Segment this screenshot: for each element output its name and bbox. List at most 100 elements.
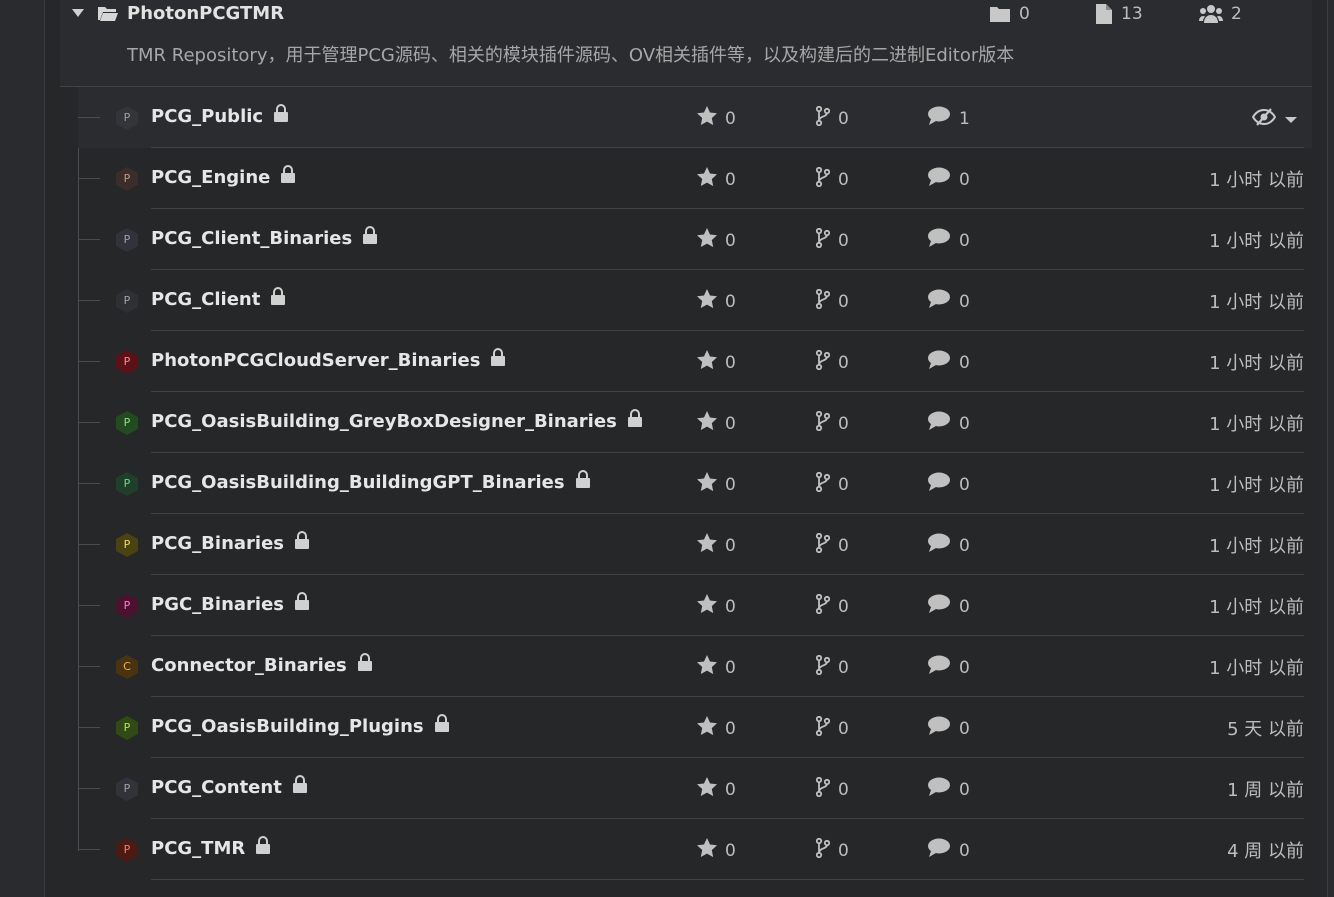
star-count: 0 (697, 594, 736, 619)
repo-row[interactable]: P PCG_TMR 0 0 0 4 周 以前 (78, 819, 1312, 880)
lock-icon (627, 409, 643, 434)
repo-name[interactable]: PCG_Binaries (151, 532, 284, 556)
repo-row[interactable]: P PCG_Binaries 0 0 0 1 小时 以前 (78, 514, 1312, 575)
repo-row[interactable]: P PCG_OasisBuilding_GreyBoxDesigner_Binar… (78, 392, 1312, 453)
repo-avatar: P (114, 776, 140, 802)
repo-name[interactable]: PhotonPCGCloudServer_Binaries (151, 349, 480, 373)
star-count-value: 0 (725, 718, 736, 739)
repo-name-link[interactable]: PCG_OasisBuilding_Plugins (151, 714, 450, 739)
repo-name[interactable]: PCG_OasisBuilding_BuildingGPT_Binaries (151, 471, 565, 495)
updated-time: 1 小时 以前 (1209, 475, 1304, 496)
repo-row[interactable]: P PhotonPCGCloudServer_Binaries 0 0 0 1 小时 以前 (78, 331, 1312, 392)
comment-icon (927, 411, 951, 437)
lock-icon (294, 531, 310, 556)
lock-icon (280, 165, 296, 190)
star-count: 0 (697, 472, 736, 497)
star-count-value: 0 (725, 352, 736, 373)
repo-name-link[interactable]: PGC_Binaries (151, 592, 310, 617)
fork-count: 0 (815, 227, 849, 254)
repo-row[interactable]: P PCG_Client 0 0 0 1 小时 以前 (78, 270, 1312, 331)
caret-down-icon[interactable] (72, 9, 84, 17)
chevron-down-icon[interactable] (1284, 110, 1298, 129)
comment-count: 0 (927, 289, 970, 315)
repo-row[interactable]: P PCG_Engine 0 0 0 1 小时 以前 (78, 148, 1312, 209)
fork-count: 0 (815, 410, 849, 437)
comment-count: 0 (927, 350, 970, 376)
repo-name-link[interactable]: PCG_OasisBuilding_BuildingGPT_Binaries (151, 470, 591, 495)
repo-name[interactable]: PCG_Engine (151, 166, 270, 190)
comment-icon (927, 838, 951, 864)
group-description: TMR Repository，用于管理PCG源码、相关的模块插件源码、OV相关插… (127, 45, 1015, 66)
star-count: 0 (697, 777, 736, 802)
comment-count: 0 (927, 838, 970, 864)
repo-name-link[interactable]: PCG_TMR (151, 836, 271, 861)
star-icon (697, 228, 717, 253)
repo-name-link[interactable]: Connector_Binaries (151, 653, 373, 678)
fork-icon (815, 227, 831, 254)
repo-name-link[interactable]: PhotonPCGCloudServer_Binaries (151, 348, 506, 373)
lock-icon (490, 348, 506, 373)
repo-name-link[interactable]: PCG_Client_Binaries (151, 226, 378, 251)
comment-icon (927, 716, 951, 742)
repo-avatar-initial: C (123, 660, 131, 673)
repo-avatar: P (114, 471, 140, 497)
lock-icon (294, 592, 310, 617)
fork-count-value: 0 (838, 658, 849, 678)
repo-name[interactable]: PGC_Binaries (151, 593, 284, 617)
tree-branch (78, 788, 100, 789)
fork-count: 0 (815, 288, 849, 315)
star-count: 0 (697, 838, 736, 863)
repo-row[interactable]: C Connector_Binaries 0 0 0 1 小时 以前 (78, 636, 1312, 697)
updated-time: 1 小时 以前 (1209, 292, 1304, 313)
repo-name[interactable]: PCG_Client (151, 288, 260, 312)
fork-icon (815, 837, 831, 864)
repo-avatar-initial: P (123, 477, 131, 490)
repo-name-link[interactable]: PCG_Public (151, 104, 289, 129)
repo-name[interactable]: PCG_OasisBuilding_Plugins (151, 715, 424, 739)
file-icon (1096, 4, 1112, 24)
updated-time: 1 小时 以前 (1209, 536, 1304, 557)
tree-branch (78, 483, 100, 484)
repo-name-link[interactable]: PCG_Engine (151, 165, 296, 190)
fork-count-value: 0 (838, 109, 849, 129)
repo-name-link[interactable]: PCG_OasisBuilding_GreyBoxDesigner_Binari… (151, 409, 643, 434)
star-count: 0 (697, 533, 736, 558)
comment-count: 0 (927, 228, 970, 254)
tree-branch (78, 178, 100, 179)
updated-time: 1 小时 以前 (1209, 170, 1304, 191)
member-count-stat: 2 (1199, 3, 1242, 25)
repo-avatar-initial: P (123, 233, 131, 246)
scrollbar-track[interactable] (1327, 0, 1334, 897)
repo-row[interactable]: P PCG_Public 0 0 1 (78, 87, 1312, 148)
repo-name-link[interactable]: PCG_Client (151, 287, 286, 312)
repo-avatar-initial: P (123, 355, 131, 368)
group-title[interactable]: PhotonPCGTMR (127, 2, 284, 26)
repo-name[interactable]: PCG_Client_Binaries (151, 227, 352, 251)
comment-count: 0 (927, 594, 970, 620)
lock-icon (255, 836, 271, 861)
repo-name[interactable]: PCG_OasisBuilding_GreyBoxDesigner_Binari… (151, 410, 617, 434)
repo-name[interactable]: PCG_Public (151, 105, 263, 129)
updated-time: 1 小时 以前 (1209, 597, 1304, 618)
repo-row[interactable]: P PCG_OasisBuilding_Plugins 0 0 0 5 天 以前 (78, 697, 1312, 758)
eye-slash-icon[interactable] (1251, 107, 1277, 131)
repo-name-link[interactable]: PCG_Binaries (151, 531, 310, 556)
repo-row[interactable]: P PCG_OasisBuilding_BuildingGPT_Binaries 0… (78, 453, 1312, 514)
repo-name[interactable]: PCG_TMR (151, 837, 245, 861)
repo-row[interactable]: P PGC_Binaries 0 0 0 1 小时 以前 (78, 575, 1312, 636)
fork-count: 0 (815, 166, 849, 193)
comment-count-value: 0 (959, 414, 970, 434)
fork-icon (815, 654, 831, 681)
repo-name-link[interactable]: PCG_Content (151, 775, 308, 800)
star-count-value: 0 (725, 413, 736, 434)
fork-count-value: 0 (838, 536, 849, 556)
repo-avatar: P (114, 593, 140, 619)
repo-name[interactable]: PCG_Content (151, 776, 282, 800)
repo-avatar-initial: P (123, 721, 131, 734)
repo-avatar: P (114, 227, 140, 253)
star-icon (697, 655, 717, 680)
repo-row[interactable]: P PCG_Content 0 0 0 1 周 以前 (78, 758, 1312, 819)
repo-row[interactable]: P PCG_Client_Binaries 0 0 0 1 小时 以前 (78, 209, 1312, 270)
repo-avatar-initial: P (123, 843, 131, 856)
repo-name[interactable]: Connector_Binaries (151, 654, 347, 678)
